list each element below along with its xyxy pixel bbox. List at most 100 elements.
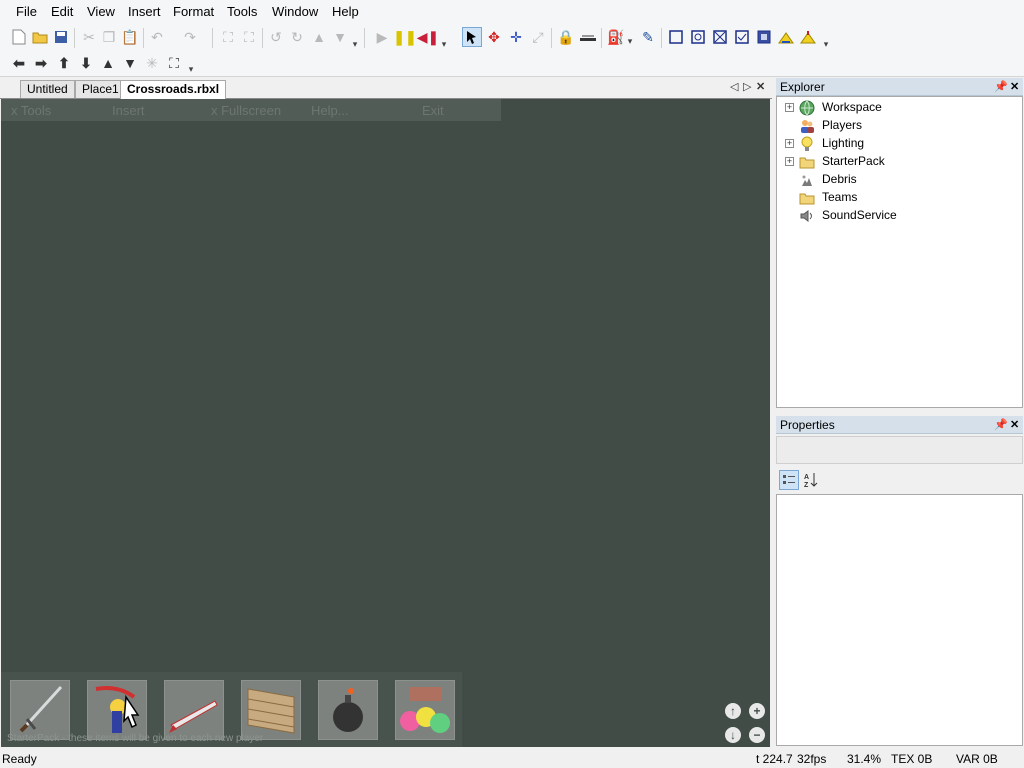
undo-icon[interactable]: ↶ — [147, 27, 167, 47]
menu-insert[interactable]: Insert — [128, 4, 161, 19]
ungroup-icon[interactable]: ⛶ — [239, 27, 259, 47]
hotbar-slot-sword[interactable] — [10, 680, 70, 740]
tab-crossroads[interactable]: Crossroads.rbxl — [120, 80, 227, 99]
paint-bucket-icon[interactable]: ⛽ — [606, 27, 626, 47]
menu-format[interactable]: Format — [173, 4, 214, 19]
surface-inlet-icon[interactable] — [754, 27, 774, 47]
categorized-view-icon[interactable] — [779, 470, 799, 490]
explorer-item-label: Debris — [822, 172, 857, 186]
tab-close-icon[interactable]: ✕ — [756, 80, 765, 93]
hotbar-slot-paintball[interactable] — [395, 680, 455, 740]
properties-filter-area[interactable] — [776, 436, 1023, 464]
surface-weld-icon[interactable] — [710, 27, 730, 47]
menu-help[interactable]: Help — [332, 4, 359, 19]
toolbar-overflow-icon[interactable]: ▾ — [822, 30, 830, 50]
hotbar-slot-rocket[interactable] — [164, 680, 224, 740]
explorer-item-soundservice[interactable]: SoundService — [777, 207, 1017, 225]
explorer-item-label: Players — [822, 118, 863, 132]
fit-view-icon[interactable]: ⛶ — [164, 53, 184, 73]
close-icon[interactable]: ✕ — [1010, 416, 1019, 434]
redo-icon[interactable]: ↷ — [180, 27, 200, 47]
play-icon[interactable]: ▶ — [372, 27, 392, 47]
toolbar-separator — [551, 28, 552, 48]
zoom-extents-icon[interactable]: ✳ — [142, 53, 162, 73]
main-toolbar: ✂ ❐ 📋 ↶ ↷ ⛶ ⛶ ↺ ↻ ▲ ▼ ▾ ▶ ❚❚ ◀❚ ▾ ✥ ✛ ⤢ … — [0, 24, 1024, 52]
toolbar-overflow-icon[interactable]: ▾ — [187, 55, 195, 75]
sort-alphabetical-icon[interactable]: AZ — [801, 470, 821, 490]
paint-dropdown-icon[interactable]: ▾ — [626, 27, 634, 47]
surface-studs-icon[interactable] — [732, 27, 752, 47]
pin-icon[interactable]: 📌 — [994, 416, 1008, 434]
explorer-item-starterpack[interactable]: + StarterPack — [777, 153, 1017, 171]
resize-tool-icon[interactable]: ✛ — [506, 27, 526, 47]
lock-icon[interactable]: 🔒 — [556, 27, 576, 47]
properties-toolbar: AZ — [776, 468, 1023, 492]
stop-icon[interactable]: ◀❚ — [417, 27, 440, 47]
game-menu-exit[interactable]: Exit — [422, 103, 444, 118]
menu-window[interactable]: Window — [272, 4, 318, 19]
game-menu-insert[interactable]: Insert — [112, 103, 145, 118]
save-icon[interactable] — [51, 27, 71, 47]
toolbar-overflow-icon[interactable]: ▾ — [351, 30, 359, 50]
expand-icon[interactable]: + — [785, 103, 794, 112]
arrow-down-left-icon[interactable]: ⬇ — [76, 53, 96, 73]
arrow-up-left-icon[interactable]: ⬆ — [54, 53, 74, 73]
tab-untitled[interactable]: Untitled — [20, 80, 75, 98]
hotbar-slot-slingshot[interactable] — [87, 680, 147, 740]
camera-down-button[interactable]: ↓ — [725, 727, 741, 743]
folder-icon — [799, 154, 815, 170]
close-icon[interactable]: ✕ — [1010, 78, 1019, 96]
cut-icon[interactable]: ✂ — [79, 27, 99, 47]
tab-place1[interactable]: Place1 — [75, 80, 126, 98]
hotbar-slot-wall[interactable] — [241, 680, 301, 740]
game-menu-tools[interactable]: x Tools — [11, 103, 51, 118]
status-time: t 224.7 — [756, 752, 793, 766]
copy-icon[interactable]: ❐ — [99, 27, 119, 47]
menu-view[interactable]: View — [87, 4, 115, 19]
arrow-down-icon[interactable]: ▼ — [120, 53, 140, 73]
open-folder-icon[interactable] — [30, 27, 50, 47]
camera-up-button[interactable]: ↑ — [725, 703, 741, 719]
zoom-in-button[interactable]: + — [749, 703, 765, 719]
arrow-right-icon[interactable]: ➡ — [31, 53, 51, 73]
explorer-item-label: Workspace — [822, 100, 882, 114]
arrow-up-icon[interactable]: ▲ — [98, 53, 118, 73]
dropper-icon[interactable]: ✎ — [638, 27, 658, 47]
zoom-out-button[interactable]: − — [749, 727, 765, 743]
menu-edit[interactable]: Edit — [51, 4, 73, 19]
new-file-icon[interactable] — [9, 27, 29, 47]
toolbar-overflow-icon[interactable]: ▾ — [440, 30, 448, 50]
game-viewport[interactable]: x Tools Insert x Fullscreen Help... Exit… — [1, 99, 770, 747]
game-menu-fullscreen[interactable]: x Fullscreen — [211, 103, 281, 118]
rotate-right-icon[interactable]: ↻ — [287, 27, 307, 47]
pin-icon[interactable]: 📌 — [994, 78, 1008, 96]
expand-icon[interactable]: + — [785, 139, 794, 148]
anchor-surface-icon[interactable] — [578, 27, 598, 47]
axis-tool-icon[interactable]: ⤢ — [528, 27, 548, 47]
move-up-icon[interactable]: ▲ — [309, 27, 329, 47]
explorer-item-players[interactable]: Players — [777, 117, 1017, 135]
tab-scroll-left-icon[interactable]: ◁ — [730, 80, 738, 93]
menu-file[interactable]: File — [16, 4, 37, 19]
hotbar-slot-bomb[interactable] — [318, 680, 378, 740]
explorer-item-workspace[interactable]: + Workspace — [777, 99, 1017, 117]
explorer-item-teams[interactable]: Teams — [777, 189, 1017, 207]
paste-icon[interactable]: 📋 — [120, 27, 140, 47]
surface-hinge-icon[interactable] — [776, 27, 796, 47]
group-icon[interactable]: ⛶ — [218, 27, 238, 47]
surface-smooth-icon[interactable] — [666, 27, 686, 47]
menu-tools[interactable]: Tools — [227, 4, 257, 19]
game-menu-help[interactable]: Help... — [311, 103, 349, 118]
tab-scroll-right-icon[interactable]: ▷ — [743, 80, 751, 93]
explorer-item-lighting[interactable]: + Lighting — [777, 135, 1017, 153]
pause-icon[interactable]: ❚❚ — [393, 27, 416, 47]
surface-motor-icon[interactable] — [798, 27, 818, 47]
surface-glue-icon[interactable] — [688, 27, 708, 47]
expand-icon[interactable]: + — [785, 157, 794, 166]
select-tool-icon[interactable] — [462, 27, 482, 47]
explorer-item-debris[interactable]: Debris — [777, 171, 1017, 189]
rotate-left-icon[interactable]: ↺ — [266, 27, 286, 47]
move-down-icon[interactable]: ▼ — [330, 27, 350, 47]
move-tool-icon[interactable]: ✥ — [484, 27, 504, 47]
arrow-left-icon[interactable]: ⬅ — [9, 53, 29, 73]
